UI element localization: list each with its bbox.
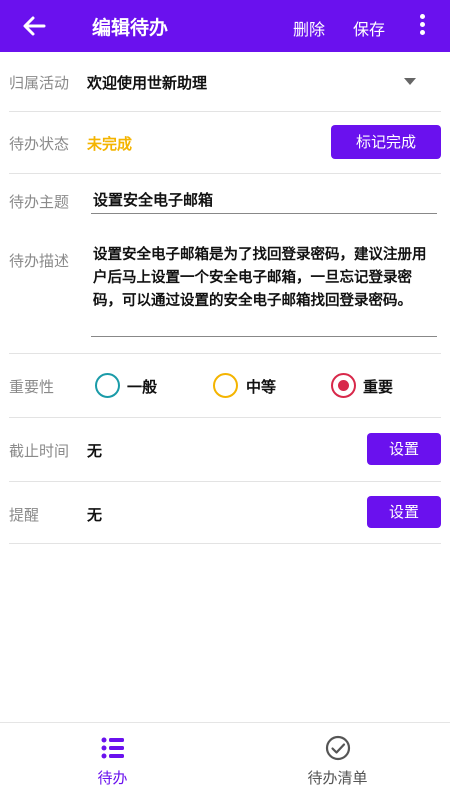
importance-radio-normal[interactable] <box>95 373 120 398</box>
importance-option-medium[interactable]: 中等 <box>246 376 276 397</box>
topic-label: 待办主题 <box>9 193 70 211</box>
reminder-label: 提醒 <box>9 506 40 524</box>
importance-row: 重要性 一般 中等 重要 <box>9 354 441 418</box>
importance-label: 重要性 <box>9 378 55 396</box>
nav-label-todo: 待办 <box>97 769 128 787</box>
nav-label-todo-list: 待办清单 <box>307 769 368 787</box>
activity-label: 归属活动 <box>9 74 70 92</box>
description-label: 待办描述 <box>9 252 70 270</box>
topic-input[interactable]: 设置安全电子邮箱 <box>91 186 437 214</box>
activity-row[interactable]: 归属活动 欢迎使用世新助理 <box>9 52 441 112</box>
status-row: 待办状态 未完成 标记完成 <box>9 112 441 174</box>
page-title: 编辑待办 <box>92 17 169 39</box>
set-deadline-button[interactable]: 设置 <box>367 433 441 465</box>
check-circle-icon <box>325 735 351 761</box>
deadline-row: 截止时间 无 设置 <box>9 418 441 482</box>
importance-radio-medium[interactable] <box>213 373 238 398</box>
status-label: 待办状态 <box>9 135 70 153</box>
importance-option-high[interactable]: 重要 <box>363 376 393 397</box>
deadline-label: 截止时间 <box>9 442 70 460</box>
topic-row: 待办主题 设置安全电子邮箱 <box>9 174 441 230</box>
description-row: 待办描述 设置安全电子邮箱是为了找回登录密码，建议注册用户后马上设置一个安全电子… <box>9 230 441 354</box>
deadline-value: 无 <box>87 442 103 460</box>
reminder-value: 无 <box>87 506 103 524</box>
nav-item-todo-list[interactable]: 待办清单 <box>225 723 450 800</box>
nav-item-todo[interactable]: 待办 <box>0 723 225 800</box>
importance-radio-high[interactable] <box>331 373 356 398</box>
more-vertical-icon[interactable] <box>412 14 432 40</box>
save-button[interactable]: 保存 <box>353 16 385 40</box>
app-bar: 编辑待办 删除 保存 <box>0 0 450 52</box>
mark-complete-button[interactable]: 标记完成 <box>331 125 441 159</box>
dropdown-arrow-icon[interactable] <box>404 78 416 85</box>
status-value: 未完成 <box>87 135 133 153</box>
arrow-left-icon[interactable] <box>20 12 48 40</box>
importance-option-normal[interactable]: 一般 <box>127 376 157 397</box>
description-textarea[interactable]: 设置安全电子邮箱是为了找回登录密码，建议注册用户后马上设置一个安全电子邮箱，一旦… <box>91 244 437 337</box>
list-icon <box>101 737 124 759</box>
delete-button[interactable]: 删除 <box>293 16 325 40</box>
reminder-row: 提醒 无 设置 <box>9 482 441 544</box>
bottom-navigation: 待办 待办清单 <box>0 722 450 800</box>
activity-select[interactable]: 欢迎使用世新助理 <box>87 72 207 93</box>
set-reminder-button[interactable]: 设置 <box>367 496 441 528</box>
